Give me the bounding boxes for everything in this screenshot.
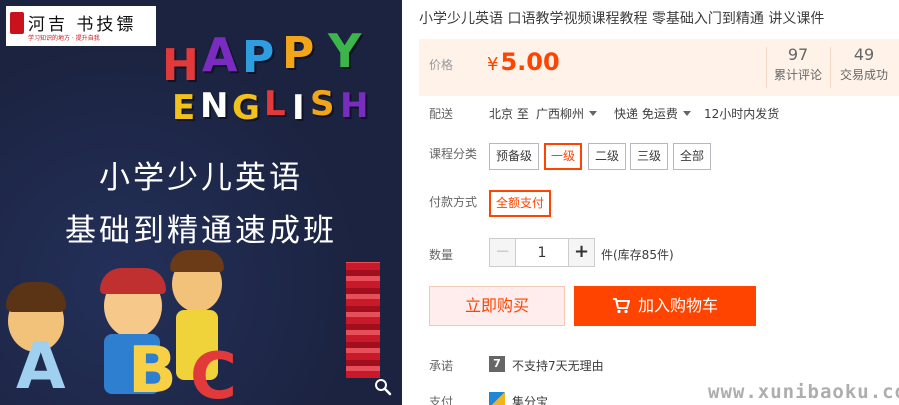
- add-to-cart-button[interactable]: 加入购物车: [574, 286, 756, 326]
- reviews-count: 97: [787, 45, 809, 64]
- happy-letter: P: [242, 32, 275, 83]
- happy-english-artwork: H A P P Y E N G L I S H: [160, 22, 400, 142]
- chevron-down-icon: [589, 111, 598, 116]
- happy-letter: H: [162, 40, 199, 91]
- dispatch-time: 12小时内发货: [704, 107, 780, 121]
- pay-label: 支付: [429, 395, 454, 405]
- logo-seal-icon: [10, 12, 24, 34]
- price-label: 价格: [429, 58, 454, 72]
- reviews-label: 累计评论: [773, 68, 822, 82]
- jifenbao-icon: [489, 392, 505, 405]
- no-7day-return-icon: 7: [489, 356, 505, 372]
- pay-text: 集分宝: [512, 395, 549, 405]
- shipping-destination-select[interactable]: 广西柳州: [536, 105, 598, 122]
- reviews-stat[interactable]: 97 累计评论: [771, 45, 825, 90]
- stock-info: 件(库存85件): [601, 248, 674, 262]
- sku-option-all[interactable]: 全部: [673, 143, 712, 170]
- deals-label: 交易成功: [839, 68, 888, 82]
- quantity-decrease-button[interactable]: −: [490, 239, 516, 266]
- quantity-increase-button[interactable]: +: [568, 239, 594, 266]
- letter-block-c: C: [190, 340, 237, 405]
- chevron-down-icon: [682, 111, 691, 116]
- shipping-method-select[interactable]: 快递 免运费: [614, 105, 691, 122]
- letter-block-a: A: [16, 330, 66, 404]
- sku-option-level2[interactable]: 二级: [588, 143, 627, 170]
- english-letter: N: [200, 86, 229, 126]
- pixelated-stamp: [346, 262, 380, 378]
- price-panel: 价格 ¥5.00 97 累计评论 49 交易成功: [419, 39, 899, 96]
- quantity-input[interactable]: [517, 239, 567, 266]
- english-letter: G: [232, 88, 260, 128]
- happy-letter: Y: [328, 24, 362, 78]
- logo-text: 河吉 书技镖: [28, 15, 137, 35]
- image-headline-line2: 基础到精通速成班: [65, 213, 337, 249]
- category-label: 课程分类: [429, 147, 478, 161]
- shipping-label: 配送: [429, 107, 454, 121]
- deals-count: 49: [853, 45, 875, 64]
- quantity-stepper: − +: [489, 238, 595, 267]
- shipping-destination: 广西柳州: [536, 107, 585, 121]
- image-headline-line1: 小学少儿英语: [99, 160, 303, 196]
- currency-symbol: ¥: [487, 54, 499, 75]
- stat-divider: [830, 47, 831, 88]
- quantity-label: 数量: [429, 248, 454, 262]
- buy-now-button[interactable]: 立即购买: [429, 286, 565, 326]
- cartoon-kid-middle-hair: [100, 268, 166, 294]
- promise-text: 不支持7天无理由: [512, 359, 604, 373]
- english-letter: E: [172, 88, 196, 128]
- zoom-icon[interactable]: [374, 378, 392, 396]
- site-watermark: www.xunibaoku.com: [708, 381, 899, 403]
- price-value: ¥5.00: [487, 48, 560, 76]
- cartoon-kid-right-hair: [170, 250, 224, 272]
- logo-subtext: 学习知识的地方 · 提升自我: [28, 35, 100, 42]
- product-title: 小学少儿英语 口语教学视频课程教程 零基础入门到精通 讲义课件: [419, 11, 825, 27]
- sku-option-preparatory[interactable]: 预备级: [489, 143, 540, 170]
- happy-letter: P: [282, 28, 315, 79]
- stat-divider: [766, 47, 767, 88]
- english-letter: H: [340, 86, 369, 126]
- add-to-cart-label: 加入购物车: [637, 296, 718, 315]
- payment-label: 付款方式: [429, 195, 478, 209]
- price-amount: 5.00: [500, 48, 560, 76]
- promise-label: 承诺: [429, 359, 454, 373]
- cartoon-kid-left-hair: [6, 282, 66, 312]
- happy-letter: A: [202, 28, 238, 82]
- cart-icon: [612, 298, 630, 314]
- english-letter: I: [292, 88, 305, 128]
- shipping-from: 北京 至: [489, 107, 529, 121]
- letter-block-b: B: [128, 334, 177, 405]
- sku-option-level1[interactable]: 一级: [544, 143, 583, 170]
- deals-stat: 49 交易成功: [837, 45, 891, 90]
- sku-option-level3[interactable]: 三级: [630, 143, 669, 170]
- product-main-image[interactable]: 河吉 书技镖 学习知识的地方 · 提升自我 H A P P Y E N G L …: [0, 0, 402, 405]
- payment-option-full[interactable]: 全额支付: [489, 190, 552, 217]
- shipping-method: 快递 免运费: [614, 107, 678, 121]
- english-letter: L: [264, 84, 286, 124]
- shop-logo: 河吉 书技镖 学习知识的地方 · 提升自我: [6, 6, 156, 46]
- english-letter: S: [310, 84, 335, 124]
